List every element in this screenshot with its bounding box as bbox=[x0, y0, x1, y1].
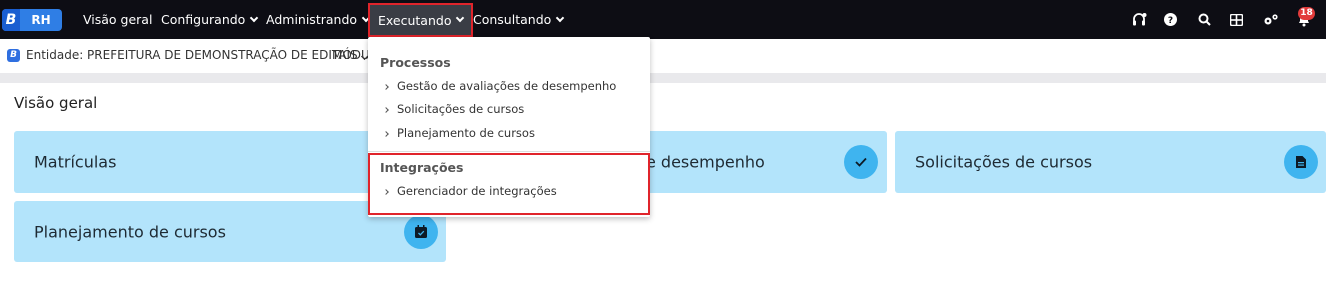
chevron-right-icon bbox=[383, 107, 389, 113]
nav-label: Configurando bbox=[161, 12, 246, 27]
chevron-right-icon bbox=[383, 131, 389, 137]
nav-consultando[interactable]: Consultando bbox=[473, 0, 565, 39]
page-title: Visão geral bbox=[14, 94, 98, 112]
menu-item-label: Planejamento de cursos bbox=[397, 126, 535, 140]
menu-divider bbox=[368, 151, 650, 152]
nav-label: Visão geral bbox=[83, 12, 153, 27]
calendar-check-icon bbox=[404, 214, 438, 249]
module-selector[interactable]: MÓDU bbox=[332, 48, 370, 62]
headset-icon[interactable] bbox=[1130, 0, 1148, 39]
highlight-box bbox=[368, 153, 650, 215]
app-logo[interactable]: B RH bbox=[2, 9, 62, 31]
card-label: Planejamento de cursos bbox=[34, 222, 226, 241]
entity-icon: B bbox=[7, 49, 20, 62]
module-label: MÓDU bbox=[332, 48, 370, 62]
logo-label: RH bbox=[31, 13, 51, 27]
apps-grid-icon[interactable] bbox=[1228, 0, 1244, 39]
nav-executando[interactable]: Executando bbox=[368, 3, 474, 37]
top-navigation-bar: B RH Visão geral Configurando Administra… bbox=[0, 0, 1326, 39]
document-icon bbox=[1284, 145, 1318, 179]
nav-label: Consultando bbox=[473, 12, 552, 27]
chevron-down-icon bbox=[250, 13, 259, 22]
check-icon bbox=[844, 145, 878, 179]
chevron-down-icon bbox=[456, 13, 465, 23]
nav-label: Executando bbox=[378, 12, 452, 28]
menu-item-gestao-avaliacoes[interactable]: Gestão de avaliações de desempenho bbox=[383, 79, 617, 93]
card-label: Matrículas bbox=[34, 152, 117, 172]
search-icon[interactable] bbox=[1196, 0, 1212, 39]
nav-configurando[interactable]: Configurando bbox=[161, 0, 259, 39]
nav-visao-geral[interactable]: Visão geral bbox=[83, 0, 152, 39]
nav-administrando[interactable]: Administrando bbox=[266, 0, 371, 39]
menu-section-header: Processos bbox=[380, 55, 451, 70]
card-label: e desempenho bbox=[646, 152, 765, 172]
help-icon[interactable]: ? bbox=[1162, 0, 1178, 39]
menu-item-planejamento-cursos[interactable]: Planejamento de cursos bbox=[383, 126, 535, 140]
chevron-down-icon bbox=[556, 13, 565, 22]
divider bbox=[0, 73, 1326, 83]
menu-item-label: Gestão de avaliações de desempenho bbox=[397, 79, 617, 93]
menu-item-solicitacoes-cursos[interactable]: Solicitações de cursos bbox=[383, 102, 525, 116]
logo-letter: B bbox=[2, 9, 20, 31]
notifications-badge: 18 bbox=[1298, 7, 1315, 20]
menu-item-label: Solicitações de cursos bbox=[397, 102, 525, 116]
entity-selector[interactable]: Entidade: PREFEITURA DE DEMONSTRAÇÃO DE … bbox=[26, 48, 368, 62]
card-label: Solicitações de cursos bbox=[915, 152, 1093, 172]
svg-text:?: ? bbox=[1167, 16, 1172, 26]
chevron-right-icon bbox=[383, 84, 389, 90]
card-solicitacoes-cursos[interactable]: Solicitações de cursos bbox=[895, 131, 1326, 193]
nav-label: Administrando bbox=[266, 12, 358, 27]
settings-icon[interactable] bbox=[1262, 0, 1280, 39]
entity-label: Entidade: PREFEITURA DE DEMONSTRAÇÃO DE … bbox=[26, 48, 358, 62]
